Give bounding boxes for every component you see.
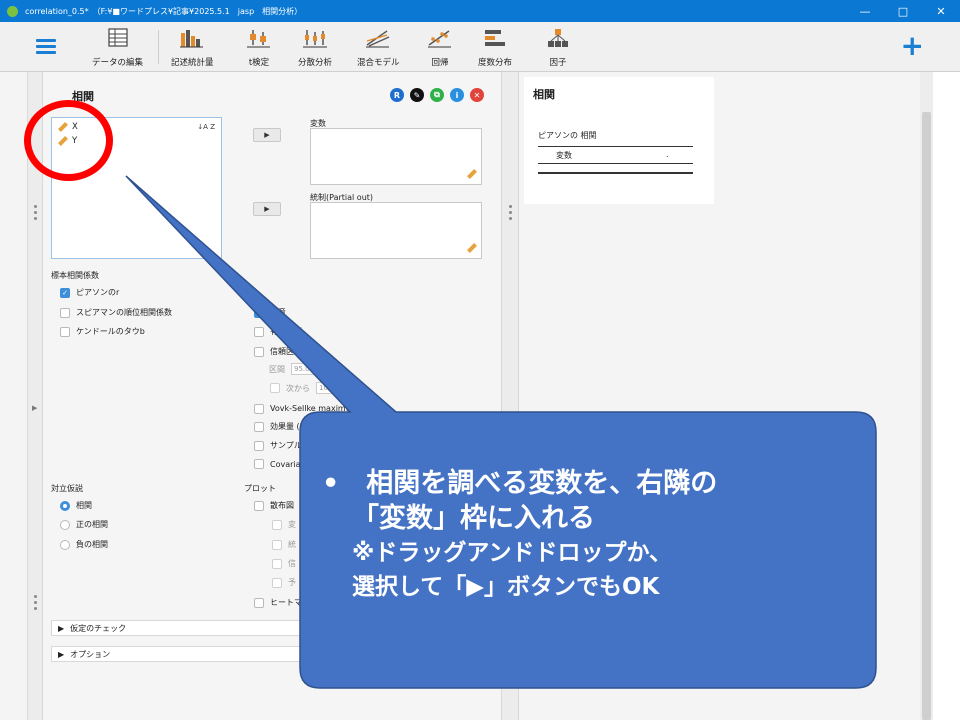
callout-text: • 相関を調べる変数を、右隣の 「変数」枠に入れる ※ドラッグアンドドロップか、… xyxy=(322,468,718,600)
callout-bubble xyxy=(125,175,877,689)
